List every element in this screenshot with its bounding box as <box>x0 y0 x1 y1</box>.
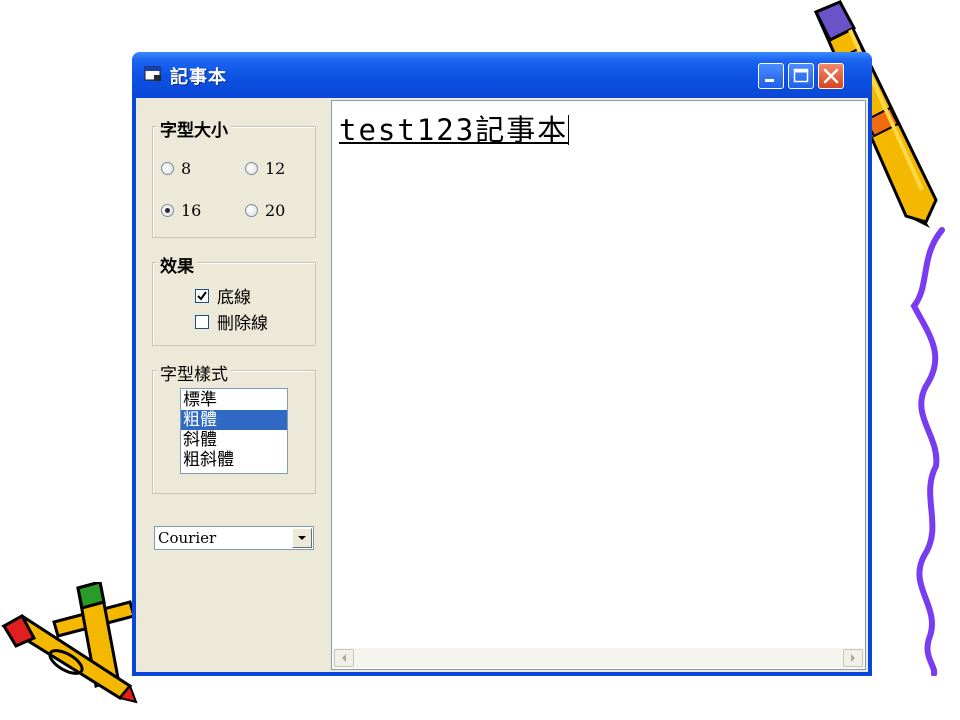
close-button[interactable] <box>818 63 844 89</box>
scroll-right-button[interactable] <box>843 649 863 667</box>
radio-8-label: 8 <box>181 159 192 178</box>
editor-text: test123記事本 <box>339 113 569 147</box>
strikeout-label: 刪除線 <box>217 314 268 334</box>
notepad-window: 記事本 字型大小 8 12 16 20 效果 底線 刪除線 字型樣式 標準 粗體… <box>132 52 872 676</box>
font-style-listbox[interactable]: 標準 粗體 斜體 粗斜體 <box>180 388 288 474</box>
editor-content: test123記事本 <box>339 107 570 149</box>
radio-16-label: 16 <box>181 201 202 220</box>
radio-12-label: 12 <box>265 159 286 178</box>
scroll-left-icon <box>342 654 346 662</box>
title-bar[interactable]: 記事本 <box>132 52 872 98</box>
close-icon <box>823 68 839 84</box>
font-style-item-regular[interactable]: 標準 <box>181 390 287 410</box>
underline-checkbox-box <box>195 288 209 303</box>
effects-group-label: 效果 <box>157 252 197 277</box>
checkmark-icon <box>197 290 207 301</box>
minimize-icon <box>765 79 774 82</box>
font-size-radio-16[interactable]: 16 <box>161 201 201 220</box>
font-size-group-label: 字型大小 <box>157 116 231 141</box>
text-editor[interactable]: test123記事本 <box>331 100 866 670</box>
font-style-item-bold-italic[interactable]: 粗斜體 <box>181 450 287 470</box>
underline-checkbox[interactable]: 底線 <box>195 283 251 308</box>
font-size-group: 字型大小 8 12 16 20 <box>152 116 316 238</box>
maximize-icon <box>793 68 809 83</box>
font-size-radio-20[interactable]: 20 <box>245 201 285 220</box>
minimize-button[interactable] <box>758 63 784 89</box>
radio-8-indicator <box>161 162 174 175</box>
window-title: 記事本 <box>170 67 227 88</box>
scroll-right-icon <box>851 654 855 662</box>
strikeout-checkbox-box <box>195 314 209 329</box>
dropdown-arrow-icon <box>298 536 306 540</box>
client-area: 字型大小 8 12 16 20 效果 底線 刪除線 字型樣式 標準 粗體 斜體 … <box>136 98 868 672</box>
font-style-group-label: 字型樣式 <box>157 360 231 385</box>
underline-label: 底線 <box>217 288 251 308</box>
font-name-value: Courier <box>158 529 217 547</box>
radio-20-indicator <box>245 204 258 217</box>
font-name-combobox[interactable]: Courier <box>154 526 314 550</box>
radio-20-label: 20 <box>265 201 286 220</box>
horizontal-scrollbar[interactable] <box>333 648 864 668</box>
text-caret <box>568 115 570 145</box>
effects-group: 效果 底線 刪除線 <box>152 252 316 346</box>
pencils-clipart-bottom-left <box>1 582 138 704</box>
wavy-line-decoration <box>910 227 945 676</box>
font-combo-dropdown-button[interactable] <box>292 528 312 548</box>
maximize-button[interactable] <box>788 63 814 89</box>
font-style-item-bold[interactable]: 粗體 <box>181 410 287 430</box>
radio-12-indicator <box>245 162 258 175</box>
radio-16-indicator <box>161 204 174 217</box>
app-icon <box>144 66 161 81</box>
font-size-radio-12[interactable]: 12 <box>245 159 285 178</box>
font-style-item-italic[interactable]: 斜體 <box>181 430 287 450</box>
font-size-radio-8[interactable]: 8 <box>161 159 191 178</box>
scroll-left-button[interactable] <box>334 649 354 667</box>
strikeout-checkbox[interactable]: 刪除線 <box>195 309 268 334</box>
